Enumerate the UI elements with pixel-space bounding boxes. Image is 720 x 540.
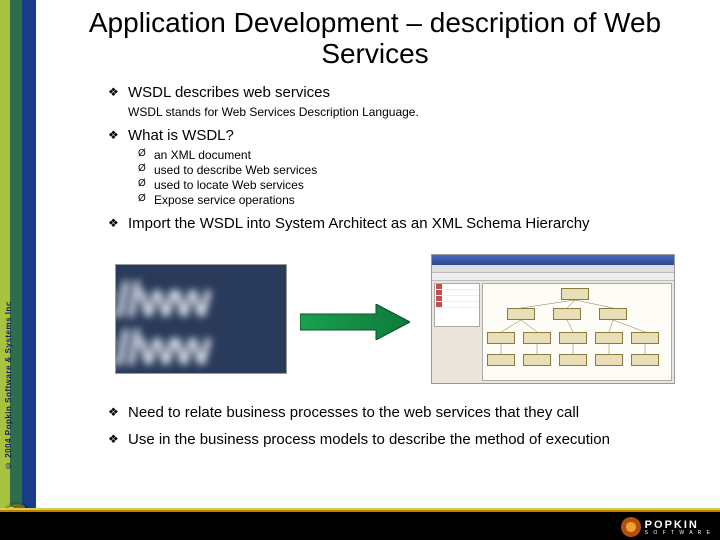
subbullet-expose: Expose service operations (108, 193, 688, 207)
content-area: WSDL describes web services WSDL stands … (108, 84, 688, 236)
image-row: ://ww ://ww (115, 254, 675, 386)
logo-mark-icon (621, 517, 641, 537)
arch-titlebar (432, 255, 674, 265)
slide: © 2004 Popkin Software & Systems Inc App… (0, 0, 720, 540)
bullet-import-wsdl: Import the WSDL into System Architect as… (108, 215, 688, 232)
bullet-use-models: Use in the business process models to de… (108, 431, 688, 448)
bullet-wsdl-sub: WSDL stands for Web Services Description… (128, 105, 688, 119)
subbullet-locate: used to locate Web services (108, 178, 688, 192)
system-architect-screenshot (431, 254, 675, 384)
bullet-wsdl-describes: WSDL describes web services (108, 84, 688, 101)
blur-text-1: ://ww (115, 273, 209, 328)
arch-side-panel (434, 283, 480, 327)
subbullet-describe: used to describe Web services (108, 163, 688, 177)
bullet-relate-processes: Need to relate business processes to the… (108, 404, 688, 421)
copyright-text: © 2004 Popkin Software & Systems Inc (4, 150, 14, 470)
lower-content: Need to relate business processes to the… (108, 404, 688, 452)
blur-text-2: ://ww (115, 321, 209, 374)
popkin-logo: POPKIN S O F T W A R E (621, 517, 712, 537)
bullet-what-is-wsdl: What is WSDL? (108, 127, 688, 144)
footer-bar: POPKIN S O F T W A R E (0, 508, 720, 540)
blurred-url-image: ://ww ://ww (115, 264, 287, 374)
arch-toolbar (432, 265, 674, 273)
logo-subtext: S O F T W A R E (645, 530, 712, 536)
arrow-icon (300, 304, 410, 340)
arch-toolbar-2 (432, 273, 674, 281)
slide-title: Application Development – description of… (45, 8, 705, 70)
footer-rule-orange (0, 510, 720, 512)
subbullet-xml-doc: an XML document (108, 148, 688, 162)
arch-canvas (482, 283, 672, 381)
